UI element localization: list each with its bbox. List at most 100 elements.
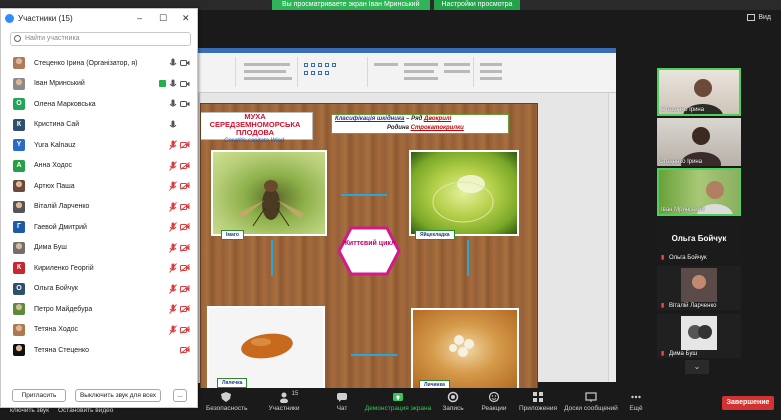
camera-off-icon[interactable] bbox=[180, 161, 190, 170]
camera-off-icon[interactable] bbox=[180, 305, 190, 314]
microphone-muted-icon[interactable] bbox=[169, 324, 177, 335]
microphone-icon[interactable] bbox=[169, 99, 177, 109]
video-tile-name: Ольга Бойчук bbox=[669, 255, 707, 261]
invite-button[interactable]: Пригласить bbox=[12, 389, 66, 402]
minimize-icon[interactable]: – bbox=[137, 13, 142, 23]
avatar: Г bbox=[13, 221, 25, 234]
participant-list: Стеценко Ірина (Організатор, я) Іван Мрин… bbox=[1, 53, 197, 361]
camera-icon[interactable] bbox=[180, 59, 190, 67]
egg-label: Яйцекладка bbox=[415, 230, 455, 240]
camera-off-icon[interactable] bbox=[180, 182, 190, 191]
participant-search-input[interactable]: Найти участника bbox=[10, 32, 191, 46]
microphone-muted-icon[interactable] bbox=[169, 181, 177, 192]
participant-row[interactable]: Тетяна Стеценко bbox=[1, 340, 197, 361]
unmute-label[interactable]: ключить звук bbox=[10, 407, 49, 414]
mute-all-button[interactable]: Выключить звук для всех bbox=[75, 389, 161, 402]
view-options-button[interactable]: Настройки просмотра bbox=[433, 0, 521, 10]
participant-name: Кириленко Георгій bbox=[34, 264, 94, 272]
avatar bbox=[13, 200, 25, 213]
security-button[interactable]: Безопасность bbox=[206, 391, 247, 412]
participant-row[interactable]: Стеценко Ірина (Організатор, я) bbox=[1, 53, 197, 74]
participant-row[interactable]: Віталій Ларченко bbox=[1, 197, 197, 218]
video-tile[interactable]: Іван Мринський bbox=[657, 168, 741, 216]
camera-off-icon[interactable] bbox=[180, 346, 190, 355]
participant-name: Іван Мринський bbox=[34, 80, 85, 88]
more-options-button[interactable]: ... bbox=[173, 389, 187, 402]
video-tile[interactable]: Стеценко Ірина bbox=[657, 118, 741, 166]
whiteboard-button[interactable]: Доски сообщений bbox=[564, 391, 618, 412]
ellipsis-icon bbox=[631, 395, 641, 399]
view-button[interactable]: Вид bbox=[747, 14, 771, 21]
microphone-muted-icon[interactable] bbox=[169, 201, 177, 212]
participant-row[interactable]: О Олена Марковська bbox=[1, 94, 197, 115]
microphone-muted-icon[interactable] bbox=[169, 263, 177, 274]
camera-off-icon[interactable] bbox=[180, 264, 190, 273]
participant-row[interactable]: Y Yura Kalnauz bbox=[1, 135, 197, 156]
participant-row[interactable]: Тетяна Ходос bbox=[1, 320, 197, 341]
participant-row[interactable]: К Кириленко Георгій bbox=[1, 258, 197, 279]
apps-button[interactable]: Приложения bbox=[518, 391, 558, 412]
camera-icon[interactable] bbox=[180, 80, 190, 88]
video-tile-name: Віталій Ларченко bbox=[669, 303, 717, 309]
participant-name: Yura Kalnauz bbox=[34, 141, 76, 149]
participant-row[interactable]: Іван Мринський bbox=[1, 74, 197, 95]
video-strip: Стеценко Ірина Стеценко Ірина Іван Мринс… bbox=[655, 60, 743, 386]
avatar bbox=[13, 303, 25, 316]
camera-off-icon[interactable] bbox=[180, 243, 190, 252]
participant-row[interactable]: Г Гаевой Дмитрий bbox=[1, 217, 197, 238]
microphone-muted-icon[interactable] bbox=[169, 304, 177, 315]
chat-button[interactable]: Чат bbox=[332, 391, 352, 412]
video-tile[interactable]: Віталій Ларченко ▮ bbox=[657, 266, 741, 310]
microphone-muted-icon[interactable] bbox=[169, 140, 177, 151]
participant-row[interactable]: К Кристина Сай bbox=[1, 115, 197, 136]
participant-row[interactable]: О Ольга Бойчук bbox=[1, 279, 197, 300]
slide-title-box: МУХА СЕРЕДЗЕМНОМОРСЬКА ПЛОДОВА Ceratitis… bbox=[201, 112, 313, 144]
video-tile[interactable]: Стеценко Ірина bbox=[657, 68, 741, 116]
share-screen-button[interactable]: Демонстрация экрана bbox=[364, 391, 432, 412]
participant-name: Петро Майдебура bbox=[34, 305, 93, 313]
stop-video-label[interactable]: Остановить видео bbox=[58, 407, 113, 414]
egg-icon bbox=[432, 175, 494, 223]
ribbon-item bbox=[480, 77, 502, 80]
microphone-icon[interactable] bbox=[169, 79, 177, 89]
maximize-icon[interactable]: ☐ bbox=[159, 13, 167, 24]
microphone-muted-icon[interactable] bbox=[169, 283, 177, 294]
microphone-icon[interactable] bbox=[169, 120, 177, 130]
camera-icon[interactable] bbox=[180, 100, 190, 108]
participant-row[interactable]: Дима Буш bbox=[1, 238, 197, 259]
record-button[interactable]: Запись bbox=[440, 391, 466, 412]
view-button-label: Вид bbox=[758, 14, 771, 21]
camera-off-icon[interactable] bbox=[180, 284, 190, 293]
participant-name: Віталій Ларченко bbox=[34, 203, 90, 211]
video-tile[interactable]: Ольга Бойчук Ольга Бойчук ▮ bbox=[657, 220, 741, 262]
share-screen-label: Демонстрация экрана bbox=[364, 405, 432, 412]
reactions-button[interactable]: Реакции bbox=[480, 391, 508, 412]
participant-row[interactable]: Артюх Паша bbox=[1, 176, 197, 197]
end-meeting-button[interactable]: Завершение bbox=[722, 396, 774, 410]
participant-name: Кристина Сай bbox=[34, 121, 80, 129]
microphone-muted-icon[interactable] bbox=[169, 242, 177, 253]
participant-row[interactable]: А Анна Ходос bbox=[1, 156, 197, 177]
more-button[interactable]: Ещё bbox=[626, 391, 646, 412]
avatar bbox=[13, 57, 25, 70]
participant-name: Артюх Паша bbox=[34, 182, 75, 190]
participant-row[interactable]: Петро Майдебура bbox=[1, 299, 197, 320]
camera-off-icon[interactable] bbox=[180, 223, 190, 232]
microphone-icon[interactable] bbox=[169, 58, 177, 68]
microphone-muted-icon[interactable] bbox=[169, 222, 177, 233]
camera-off-icon[interactable] bbox=[180, 325, 190, 334]
video-tile-name: Іван Мринський bbox=[661, 207, 705, 213]
close-icon[interactable]: ✕ bbox=[182, 13, 190, 24]
muted-icon: ▮ bbox=[661, 303, 665, 309]
shared-screen: МУХА СЕРЕДЗЕМНОМОРСЬКА ПЛОДОВА Ceratitis… bbox=[198, 48, 616, 396]
video-tile[interactable]: Дима Буш ▮ bbox=[657, 314, 741, 358]
ppt-scrollbar[interactable] bbox=[608, 93, 616, 382]
slide: МУХА СЕРЕДЗЕМНОМОРСЬКА ПЛОДОВА Ceratitis… bbox=[200, 103, 538, 396]
microphone-muted-icon[interactable] bbox=[169, 160, 177, 171]
chevron-down-icon[interactable]: ⌄ bbox=[685, 360, 709, 374]
whiteboard-icon bbox=[585, 392, 597, 402]
family-label: Родина bbox=[387, 125, 409, 131]
camera-off-icon[interactable] bbox=[180, 141, 190, 150]
ribbon-group bbox=[198, 57, 236, 87]
camera-off-icon[interactable] bbox=[180, 202, 190, 211]
